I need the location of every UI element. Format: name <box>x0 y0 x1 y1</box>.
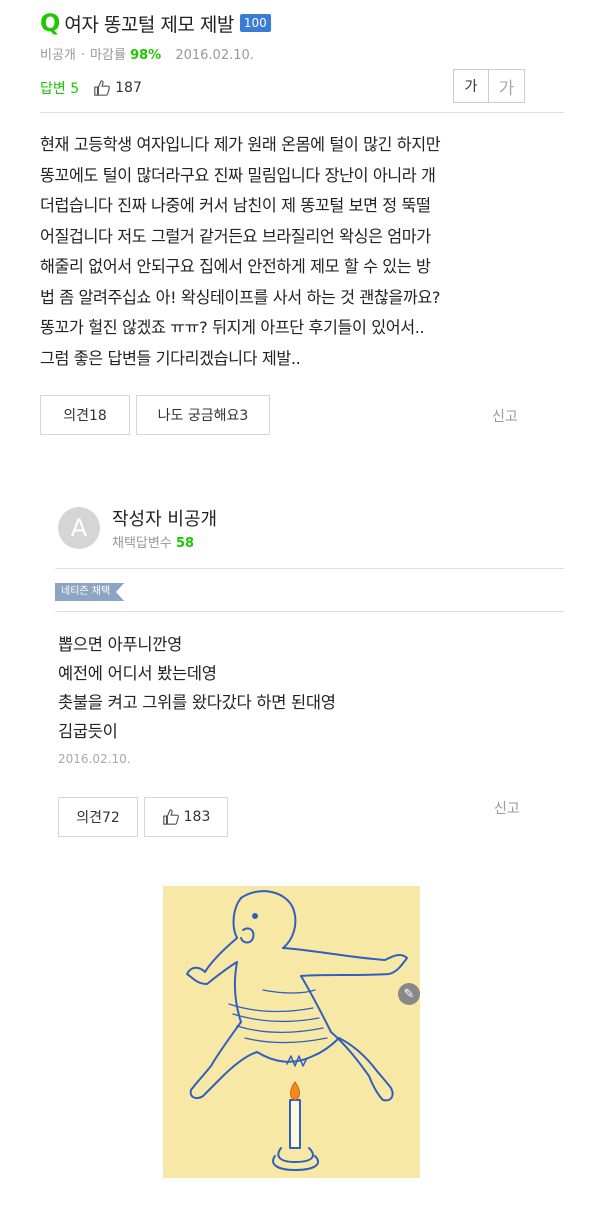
question-title: 여자 똥꼬털 제모 제발 <box>64 13 234 36</box>
question-comment-button[interactable]: 의견18 <box>40 395 130 435</box>
selected-label: 채택답변수 <box>112 536 172 551</box>
question-body-line: 어질겁니다 저도 그럴거 같거든요 브라질리언 왁싱은 엄마가 <box>40 226 431 246</box>
divider <box>55 611 564 612</box>
question-body-line: 해줄리 없어서 안되구요 집에서 안전하게 제모 할 수 있는 방 <box>40 257 431 276</box>
question-body-line: 그럼 좋은 답변들 기다리겠습니다 제발.. <box>40 348 301 368</box>
question-report-link[interactable]: 신고 <box>492 406 518 426</box>
candle-cartoon-drawing <box>186 890 408 1171</box>
question-body: 현재 고등학생 여자입니다 제가 원래 온몸에 털이 많긴 하지만 똥꼬에도 털… <box>40 130 550 374</box>
answerer-stats: 채택답변수 58 <box>112 532 194 551</box>
curious-button[interactable]: 나도 궁금해요3 <box>136 395 270 435</box>
question-body-line: 법 좀 알려주십쇼 아! 왁싱테이프를 사서 하는 것 괜찮을까요? <box>40 287 441 307</box>
question-body-line: 더럽습니다 진짜 나중에 커서 남친이 제 똥꼬털 보면 정 뚝떨 <box>40 196 431 215</box>
author: 비공개 <box>40 48 76 63</box>
deadline-rate: 98% <box>130 48 162 63</box>
question-like-count: 187 <box>115 80 142 96</box>
answer-like-button[interactable]: 183 <box>144 797 228 837</box>
question-like-button[interactable]: 187 <box>93 79 142 97</box>
font-large-button[interactable]: 가 <box>489 69 525 103</box>
page: Q 여자 똥꼬털 제모 제발 100 비공개 · 마감률 98% 2016.02.1… <box>0 0 600 1222</box>
answers-count[interactable]: 답변 5 <box>40 78 79 98</box>
thumbs-up-icon <box>94 80 111 96</box>
answer-body-line: 촛불을 켜고 그위를 왔다갔다 하면 된대영 <box>58 693 336 712</box>
answer-body-line: 김굽듯이 <box>58 722 118 741</box>
answer-actions: 의견72 183 <box>58 797 228 837</box>
thumbs-up-icon <box>162 809 179 825</box>
pencil-edit-icon[interactable]: ✎ <box>398 983 420 1005</box>
avatar: A <box>58 507 100 549</box>
question-stats: 답변 5 187 <box>40 78 142 98</box>
question-body-line: 똥꼬가 헐진 않겠죠 ㅠㅠ? 뒤지게 아프단 후기들이 있어서.. <box>40 318 425 337</box>
question-actions: 의견18 나도 궁금해요3 <box>40 395 270 435</box>
selected-count: 58 <box>175 536 195 551</box>
font-size-controls: 가 가 <box>453 69 525 103</box>
deadline-label: 마감률 <box>90 48 126 63</box>
answer-comment-button[interactable]: 의견72 <box>58 797 138 837</box>
answer-date: 2016.02.10. <box>58 752 131 766</box>
question-body-line: 똥꼬에도 털이 많더라구요 진짜 밀림입니다 장난이 아니라 개 <box>40 165 436 185</box>
question-q-icon: Q <box>40 9 61 37</box>
answerer-name: 작성자 비공개 <box>112 509 218 530</box>
points-badge: 100 <box>239 14 271 32</box>
question-body-line: 현재 고등학생 여자입니다 제가 원래 온몸에 털이 많긴 하지만 <box>40 135 441 154</box>
answer-body: 뽑으면 아푸니깐영 예전에 어디서 봤는데영 촛불을 켜고 그위를 왔다갔다 하… <box>58 630 336 746</box>
question-meta: 비공개 · 마감률 98% 2016.02.10. <box>40 48 254 63</box>
font-small-button[interactable]: 가 <box>453 69 489 103</box>
answer-illustration <box>163 886 420 1178</box>
divider <box>55 568 564 569</box>
netizen-choice-tag: 네티즌 채택 <box>55 583 125 601</box>
divider <box>40 112 564 113</box>
answer-body-line: 뽑으면 아푸니깐영 <box>58 635 182 654</box>
answer-report-link[interactable]: 신고 <box>494 798 520 818</box>
question-title-row: Q 여자 똥꼬털 제모 제발 100 <box>40 8 271 38</box>
answer-like-count: 183 <box>183 809 211 825</box>
answer-body-line: 예전에 어디서 봤는데영 <box>58 664 217 683</box>
question-date: 2016.02.10. <box>175 48 254 63</box>
